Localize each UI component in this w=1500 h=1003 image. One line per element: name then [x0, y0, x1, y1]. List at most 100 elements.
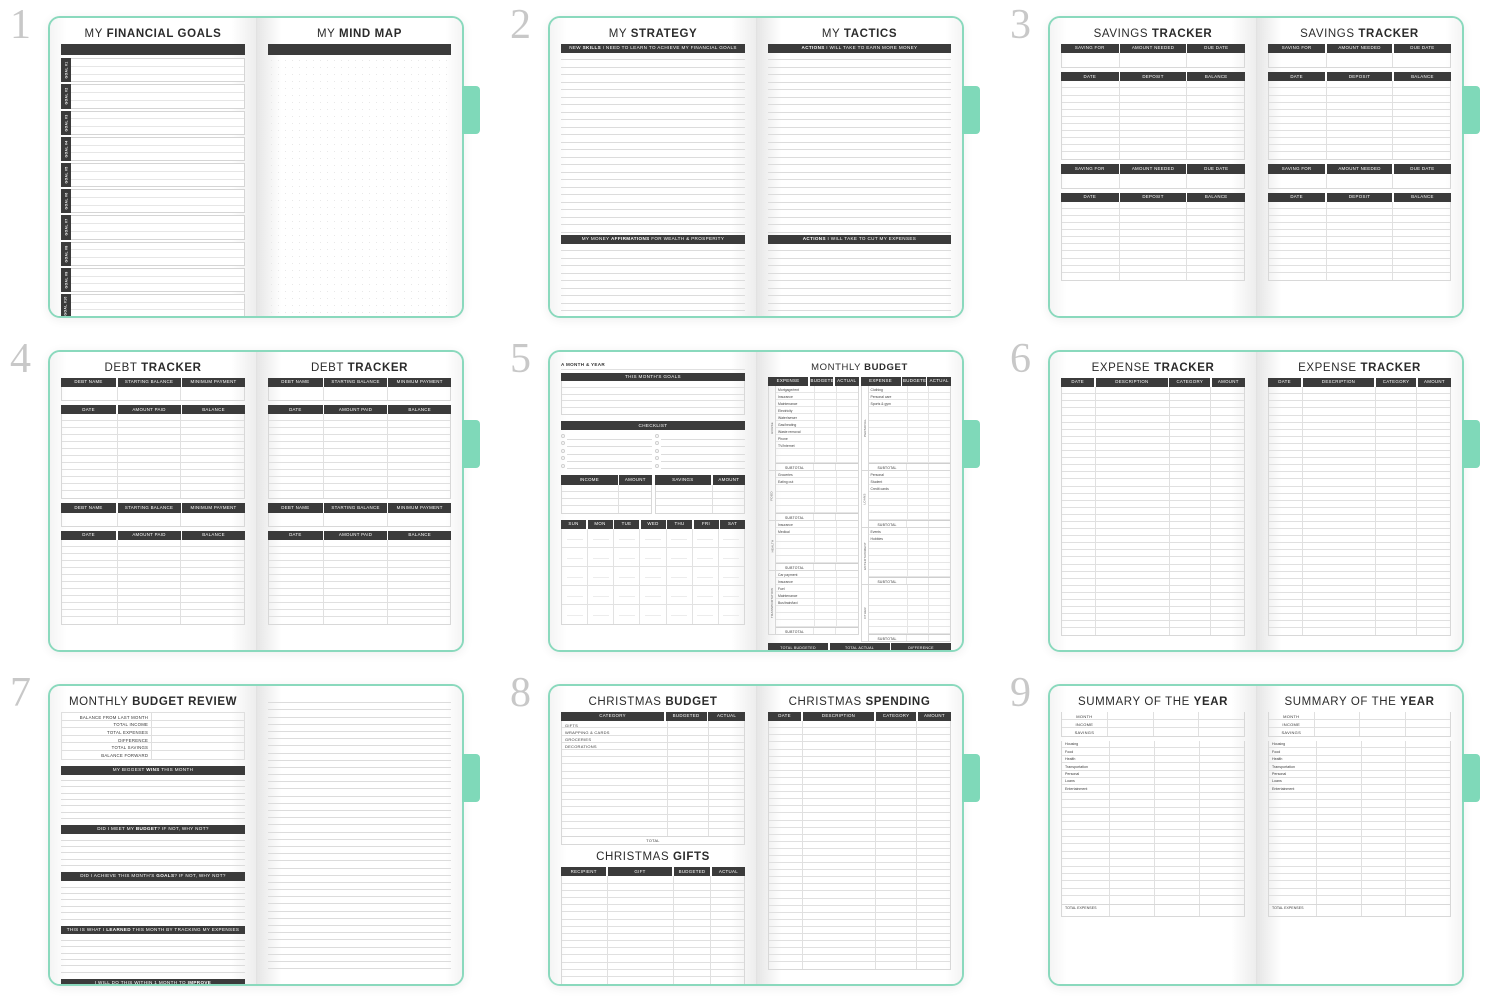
table-row[interactable]	[562, 498, 651, 506]
table-cell[interactable]	[1269, 88, 1327, 95]
budgeted-cell[interactable]	[815, 386, 837, 393]
table-row[interactable]	[769, 799, 950, 807]
page-tab-1[interactable]	[460, 86, 480, 134]
actual-cell[interactable]	[837, 578, 858, 584]
table-cell[interactable]	[1170, 436, 1212, 443]
table-cell[interactable]	[674, 897, 712, 905]
write-line[interactable]	[561, 296, 745, 304]
table-cell[interactable]	[1211, 387, 1244, 393]
table-row[interactable]	[1269, 401, 1450, 409]
summary-value-cell[interactable]	[1317, 881, 1362, 888]
write-line[interactable]	[561, 188, 745, 196]
actual-cell[interactable]	[837, 435, 858, 441]
summary-value-cell[interactable]	[1406, 889, 1450, 895]
table-cell[interactable]	[1417, 614, 1450, 620]
table-cell[interactable]	[876, 806, 918, 813]
summary-category-name[interactable]	[1062, 896, 1110, 904]
summary-value-cell[interactable]	[1110, 741, 1155, 748]
table-row[interactable]	[1062, 543, 1244, 551]
summary-value-cell[interactable]	[1406, 771, 1450, 777]
table-cell[interactable]	[181, 456, 244, 462]
actual-cell[interactable]	[929, 528, 950, 534]
table-cell[interactable]	[181, 428, 244, 434]
table-cell[interactable]	[711, 934, 744, 940]
calendar-day-cell[interactable]	[640, 604, 667, 624]
summary-value-cell[interactable]	[1110, 888, 1155, 896]
write-line[interactable]	[268, 797, 451, 804]
write-line[interactable]	[268, 955, 451, 962]
table-row[interactable]	[1269, 458, 1450, 466]
budget-item-name[interactable]	[776, 620, 816, 627]
budget-subtotal-row[interactable]: SUBTOTAL	[868, 634, 950, 642]
summary-category-row[interactable]: Food	[1062, 748, 1244, 756]
budget-item-name[interactable]	[776, 499, 816, 506]
summary-value-cell[interactable]	[1200, 859, 1244, 865]
summary-value-cell[interactable]	[1110, 807, 1155, 814]
budget-review-summary-table[interactable]: BALANCE FROM LAST MONTH TOTAL INCOME TOTAL…	[61, 712, 245, 760]
table-cell[interactable]	[118, 539, 182, 546]
table-cell[interactable]	[562, 408, 744, 415]
budgeted-cell[interactable]	[814, 464, 837, 471]
table-cell[interactable]	[1062, 521, 1096, 529]
table-cell[interactable]	[1303, 557, 1377, 564]
summary-category-row[interactable]	[1062, 851, 1244, 860]
table-cell[interactable]	[711, 941, 744, 947]
table-cell[interactable]	[608, 955, 675, 962]
table-cell[interactable]	[1211, 536, 1244, 542]
summary-category-row[interactable]	[1269, 859, 1450, 867]
table-cell[interactable]	[608, 883, 675, 890]
budget-item-name[interactable]: Insurance	[776, 578, 816, 585]
actual-cell[interactable]	[709, 793, 744, 799]
table-row[interactable]	[1269, 472, 1450, 480]
table-cell[interactable]	[1269, 244, 1327, 251]
table-cell[interactable]	[1376, 465, 1418, 472]
summary-value-cell[interactable]	[1315, 728, 1360, 736]
budget-item-row[interactable]	[868, 542, 950, 550]
table-cell[interactable]	[1120, 145, 1187, 152]
table-cell[interactable]	[1096, 429, 1170, 436]
summary-value-cell[interactable]	[1317, 888, 1362, 896]
table-row[interactable]	[1269, 436, 1450, 444]
table-cell[interactable]	[269, 609, 325, 616]
calendar-day-cell[interactable]	[692, 566, 719, 586]
table-cell[interactable]	[1269, 557, 1303, 564]
summary-category-name[interactable]	[1269, 837, 1317, 844]
budget-item-row[interactable]: TV/internet	[776, 442, 858, 450]
summary-value-cell[interactable]	[1110, 881, 1155, 888]
budgeted-cell[interactable]	[908, 606, 930, 613]
table-cell[interactable]	[1376, 394, 1418, 401]
table-cell[interactable]	[269, 560, 325, 567]
calendar-day-cell[interactable]	[614, 528, 641, 548]
checkbox-circle-icon[interactable]	[561, 463, 565, 468]
table-cell[interactable]	[1187, 145, 1244, 151]
calendar-day-cell[interactable]	[562, 604, 589, 624]
write-line[interactable]	[561, 60, 745, 68]
table-row[interactable]	[1269, 223, 1450, 231]
table-row[interactable]	[269, 616, 450, 624]
budget-item-row[interactable]: Bus/train/taxi	[776, 599, 858, 607]
budget-item-name[interactable]	[776, 535, 816, 542]
budget-item-name[interactable]: Sports & gym	[869, 400, 908, 407]
table-row[interactable]	[769, 962, 950, 970]
budgeted-cell[interactable]	[668, 793, 709, 800]
table-cell[interactable]	[1187, 110, 1244, 116]
table-cell[interactable]	[118, 428, 182, 435]
table-cell[interactable]	[118, 414, 182, 421]
budget-item-row[interactable]: Maintenance	[776, 400, 858, 408]
table-cell[interactable]	[1170, 628, 1212, 636]
table-cell[interactable]	[118, 442, 182, 449]
checkbox-circle-icon[interactable]	[561, 441, 565, 446]
table-cell[interactable]	[1187, 103, 1244, 109]
summary-category-row[interactable]	[1269, 881, 1450, 889]
write-line[interactable]	[768, 60, 951, 68]
table-cell[interactable]	[1062, 486, 1096, 493]
summary-category-name[interactable]	[1062, 851, 1110, 859]
budget-item-row[interactable]: Sports & gym	[868, 400, 950, 408]
table-cell[interactable]	[388, 603, 450, 609]
table-row[interactable]	[1269, 88, 1450, 96]
table-cell[interactable]	[1303, 479, 1377, 486]
table-cell[interactable]	[1062, 443, 1096, 451]
table-cell[interactable]	[1096, 550, 1170, 557]
budget-item-name[interactable]: Phone	[776, 435, 816, 442]
table-cell[interactable]	[1327, 272, 1394, 280]
